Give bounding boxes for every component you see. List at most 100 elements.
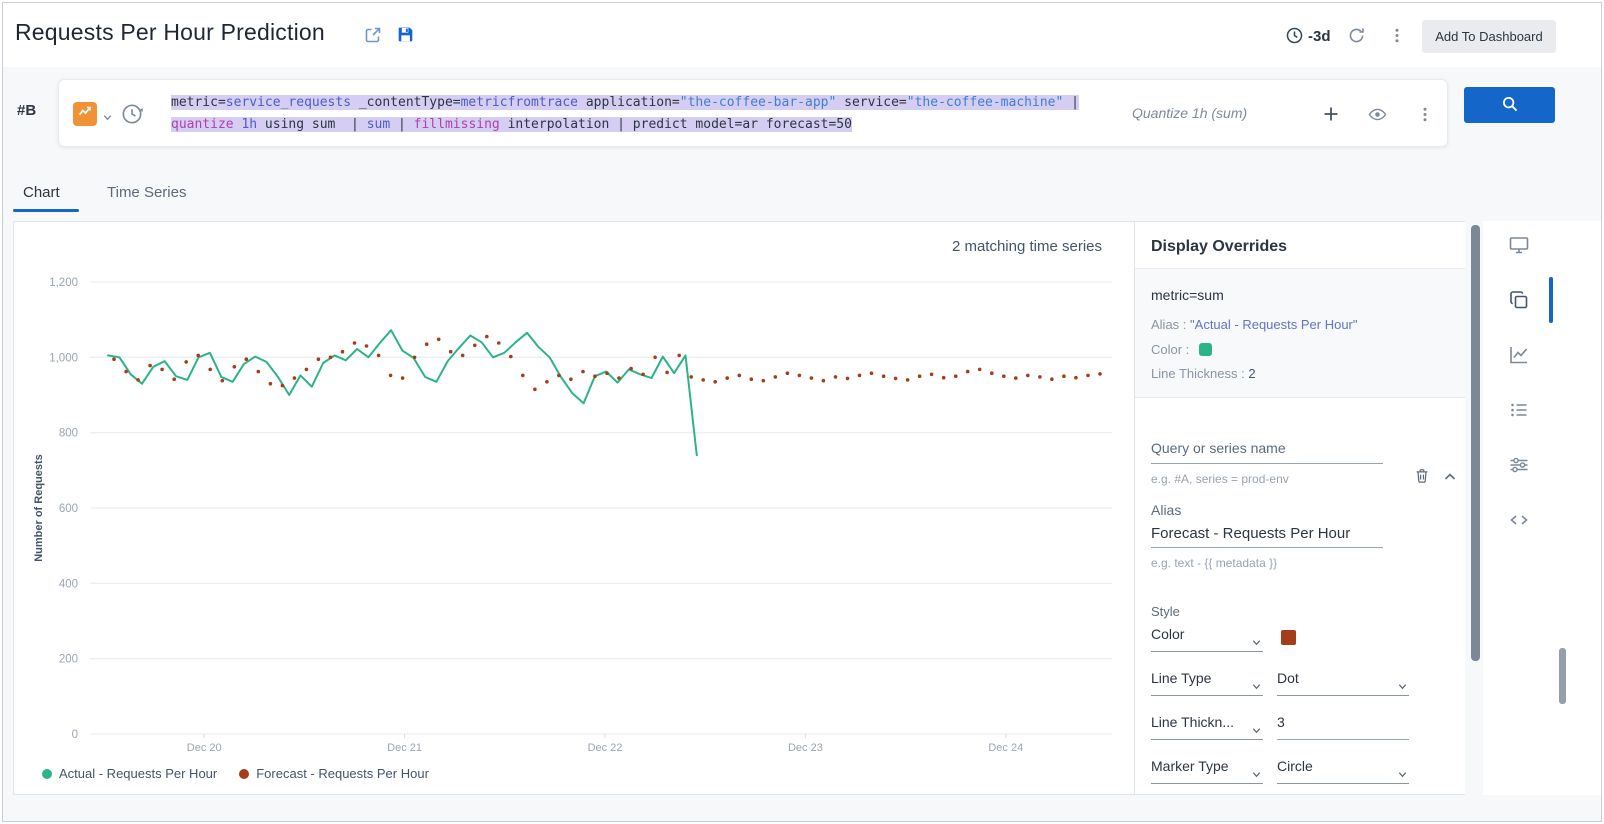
svg-text:Dec 24: Dec 24 — [988, 742, 1023, 754]
delete-override-button[interactable] — [1413, 466, 1431, 485]
active-rail-indicator — [1549, 277, 1553, 323]
run-query-button[interactable] — [1464, 87, 1555, 123]
tune-icon — [1508, 464, 1530, 479]
line-thickness-select[interactable]: Line Thickn... — [1151, 714, 1263, 740]
query-row-label: #B — [17, 102, 36, 119]
line-thickness-value-input[interactable]: 3 — [1277, 714, 1409, 740]
list-icon — [1508, 409, 1530, 424]
panel-scrollbar[interactable] — [1471, 225, 1480, 661]
svg-text:400: 400 — [59, 578, 78, 590]
legend-item-actual[interactable]: Actual - Requests Per Hour — [42, 766, 217, 781]
refresh-button[interactable] — [1347, 26, 1366, 45]
code-view-button[interactable] — [1508, 509, 1530, 531]
tab-time-series[interactable]: Time Series — [107, 184, 186, 201]
line-type-value: Dot — [1277, 670, 1299, 686]
svg-text:200: 200 — [59, 654, 78, 666]
chevron-down-icon — [1397, 679, 1408, 695]
line-thickness-label: Line Thickn... — [1151, 714, 1234, 730]
svg-text:Dec 23: Dec 23 — [788, 742, 823, 754]
right-rail-background — [1483, 221, 1602, 795]
refresh-icon — [1347, 33, 1366, 48]
header-menu-button[interactable] — [1389, 27, 1405, 44]
summary-color-label: Color : — [1151, 342, 1189, 357]
page-title: Requests Per Hour Prediction — [15, 19, 325, 46]
quantize-hint: Quantize 1h (sum) — [1132, 105, 1247, 121]
time-range-value[interactable]: -3d — [1308, 28, 1331, 45]
color-select[interactable]: Color — [1151, 626, 1263, 652]
query-type-button[interactable] — [73, 102, 97, 126]
legend-label: Actual - Requests Per Hour — [59, 766, 217, 781]
add-query-button[interactable] — [1322, 105, 1340, 123]
save-icon — [395, 33, 416, 48]
query-type-chevron-icon[interactable] — [102, 110, 113, 128]
legend-dot-actual — [42, 769, 52, 779]
query-series-hint: e.g. #A, series = prod-env — [1151, 472, 1289, 486]
alias-hint: e.g. text - {{ metadata }} — [1151, 556, 1277, 570]
summary-color-row: Color : — [1151, 342, 1212, 357]
marker-type-value-select[interactable]: Circle — [1277, 758, 1409, 784]
copy-icon — [1508, 299, 1530, 314]
chevron-down-icon — [1251, 723, 1262, 739]
time-picker-button[interactable] — [1285, 26, 1304, 45]
marker-type-label: Marker Type — [1151, 758, 1229, 774]
line-chart-icon — [1508, 354, 1530, 369]
query-series-input[interactable] — [1151, 448, 1383, 464]
chevron-down-icon — [1397, 767, 1408, 783]
marker-type-select[interactable]: Marker Type — [1151, 758, 1263, 784]
save-button[interactable] — [395, 24, 416, 45]
share-icon — [363, 33, 383, 48]
tab-chart[interactable]: Chart — [23, 184, 60, 201]
app-window: Requests Per Hour Prediction -3d Add To … — [2, 2, 1602, 822]
active-tab-underline — [13, 209, 79, 212]
legend-dot-forecast — [239, 769, 249, 779]
chevron-up-icon — [1443, 472, 1457, 487]
color-select-value: Color — [1151, 626, 1184, 642]
svg-text:0: 0 — [72, 729, 78, 741]
kebab-menu-icon — [1389, 32, 1405, 47]
line-type-label: Line Type — [1151, 670, 1211, 686]
line-type-value-select[interactable]: Dot — [1277, 670, 1409, 696]
eye-icon — [1367, 113, 1388, 128]
marker-type-value: Circle — [1277, 758, 1313, 774]
svg-text:Number of Requests: Number of Requests — [33, 454, 45, 562]
query-menu-button[interactable] — [1417, 106, 1433, 123]
tune-settings-button[interactable] — [1508, 454, 1530, 476]
svg-text:1,000: 1,000 — [49, 352, 78, 364]
query-card: metric=service_requests _contentType=met… — [58, 79, 1448, 147]
display-overrides-panel: Display Overrides metric=sum Alias : "Ac… — [1134, 222, 1465, 794]
line-thickness-value: 3 — [1277, 714, 1285, 730]
display-view-button[interactable] — [1508, 234, 1530, 256]
chart-panel: 2 matching time series 02004006008001,00… — [13, 221, 1465, 795]
panel-title: Display Overrides — [1151, 238, 1287, 256]
alias-input[interactable] — [1151, 520, 1383, 548]
summary-alias-value: "Actual - Requests Per Hour" — [1190, 317, 1357, 332]
svg-text:800: 800 — [59, 428, 78, 440]
refresh-clock-icon[interactable] — [119, 101, 145, 132]
metrics-chart-icon — [78, 104, 93, 124]
page-scrollbar[interactable] — [1559, 648, 1566, 704]
list-view-button[interactable] — [1508, 399, 1530, 421]
plus-icon — [1322, 111, 1340, 126]
add-to-dashboard-button[interactable]: Add To Dashboard — [1422, 20, 1556, 53]
toggle-visibility-button[interactable] — [1367, 104, 1388, 125]
clock-icon — [1285, 33, 1304, 48]
line-type-select[interactable]: Line Type — [1151, 670, 1263, 696]
summary-color-swatch — [1199, 343, 1212, 356]
chevron-down-icon — [1251, 635, 1262, 651]
search-icon — [1501, 95, 1519, 116]
display-overrides-button[interactable] — [1508, 289, 1530, 311]
chart-settings-button[interactable] — [1508, 344, 1530, 366]
code-icon — [1508, 519, 1530, 534]
active-series-summary[interactable]: metric=sum Alias : "Actual - Requests Pe… — [1135, 268, 1465, 398]
summary-metric: metric=sum — [1151, 287, 1224, 303]
summary-thickness-value: 2 — [1248, 366, 1255, 381]
summary-thickness-row: Line Thickness : 2 — [1151, 366, 1256, 381]
query-input[interactable]: metric=service_requests _contentType=met… — [171, 92, 1079, 136]
forecast-color-swatch[interactable] — [1281, 630, 1296, 645]
chevron-down-icon — [1251, 767, 1262, 783]
summary-alias-label: Alias : — [1151, 317, 1186, 332]
legend-item-forecast[interactable]: Forecast - Requests Per Hour — [239, 766, 429, 781]
svg-text:1,200: 1,200 — [49, 277, 78, 289]
collapse-override-button[interactable] — [1443, 470, 1457, 484]
share-button[interactable] — [363, 25, 383, 45]
